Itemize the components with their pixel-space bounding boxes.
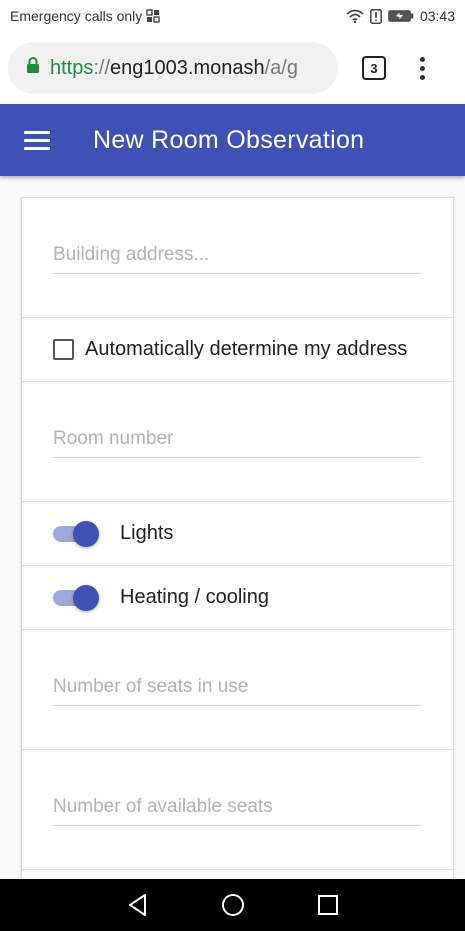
- auto-address-row[interactable]: Automatically determine my address: [22, 318, 453, 382]
- next-row-partial: [22, 870, 453, 879]
- tab-switcher-icon[interactable]: 3: [362, 56, 386, 80]
- seats-in-use-row: Number of seats in use: [22, 630, 453, 750]
- auto-address-label: Automatically determine my address: [85, 338, 408, 360]
- home-icon[interactable]: [221, 893, 245, 917]
- building-address-field[interactable]: Building address...: [53, 240, 422, 274]
- carrier-text: Emergency calls only: [10, 8, 143, 24]
- menu-line: [24, 146, 50, 150]
- lock-icon: [26, 57, 40, 79]
- browser-toolbar: https://eng1003.monash/a/g 3: [0, 32, 465, 104]
- building-address-row: Building address...: [22, 198, 453, 318]
- switch-thumb: [73, 520, 99, 547]
- url-text: https://eng1003.monash/a/g: [50, 57, 298, 80]
- heating-cooling-row: Heating / cooling: [22, 566, 453, 630]
- available-seats-row: Number of available seats: [22, 750, 453, 870]
- auto-address-checkbox[interactable]: [53, 339, 74, 360]
- tab-count: 3: [370, 60, 378, 76]
- available-seats-placeholder: Number of available seats: [53, 796, 273, 817]
- building-address-placeholder: Building address...: [53, 244, 210, 265]
- app-bar: New Room Observation: [0, 104, 465, 176]
- url-path: /a/g: [264, 56, 298, 79]
- lights-switch[interactable]: [53, 520, 99, 547]
- alert-icon: [370, 8, 382, 24]
- kebab-dot: [420, 65, 425, 71]
- overflow-menu-icon[interactable]: [420, 56, 425, 80]
- page-title: New Room Observation: [93, 125, 365, 154]
- battery-charging-icon: [388, 10, 414, 22]
- menu-line: [24, 138, 50, 142]
- available-seats-field[interactable]: Number of available seats: [53, 792, 422, 826]
- heating-cooling-label: Heating / cooling: [120, 586, 269, 608]
- sim-icon: [146, 9, 160, 23]
- system-nav-bar: [0, 879, 465, 931]
- heating-cooling-switch[interactable]: [53, 584, 99, 611]
- wifi-icon: [346, 9, 364, 23]
- back-icon[interactable]: [127, 893, 149, 917]
- switch-thumb: [73, 584, 99, 611]
- url-host: eng1003.monash: [110, 56, 265, 79]
- lights-label: Lights: [120, 522, 174, 544]
- recents-icon[interactable]: [317, 894, 339, 916]
- url-scheme: https: [50, 56, 94, 79]
- clock: 03:43: [419, 8, 455, 24]
- lights-row: Lights: [22, 502, 453, 566]
- room-number-field[interactable]: Room number: [53, 424, 422, 458]
- menu-line: [24, 130, 50, 134]
- seats-in-use-placeholder: Number of seats in use: [53, 676, 249, 697]
- menu-icon[interactable]: [24, 130, 50, 150]
- main-content: Building address... Automatically determ…: [0, 176, 465, 879]
- room-number-placeholder: Room number: [53, 428, 174, 449]
- seats-in-use-field[interactable]: Number of seats in use: [53, 672, 422, 706]
- url-bar[interactable]: https://eng1003.monash/a/g: [8, 42, 338, 94]
- kebab-dot: [420, 74, 425, 80]
- observation-form-card: Building address... Automatically determ…: [21, 197, 454, 879]
- url-separator: ://: [93, 56, 111, 79]
- status-right: 03:43: [346, 8, 455, 24]
- status-bar: Emergency calls only 03:43: [0, 0, 465, 32]
- kebab-dot: [420, 56, 425, 62]
- status-left: Emergency calls only: [10, 8, 160, 24]
- room-number-row: Room number: [22, 382, 453, 502]
